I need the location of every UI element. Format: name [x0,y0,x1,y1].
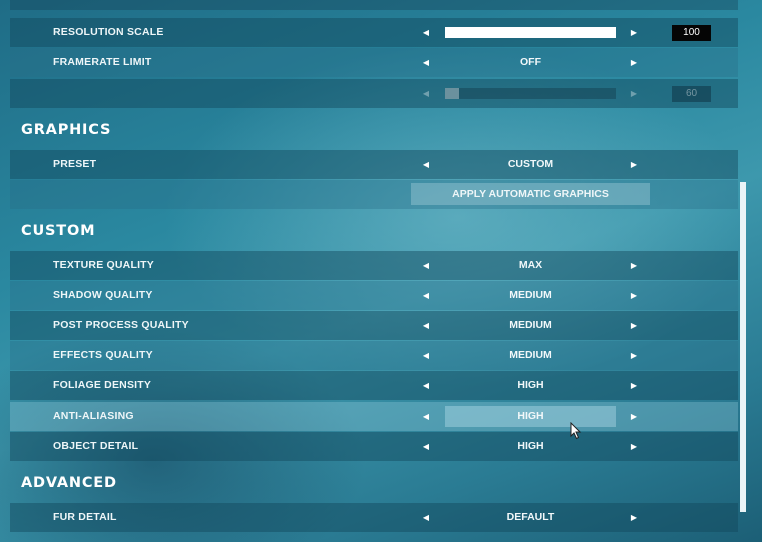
effects-quality-value: MEDIUM [509,349,552,361]
shadow-quality-label: SHADOW QUALITY [53,289,153,301]
texture-quality-value: MAX [518,259,543,271]
resolution-scale-left-arrow-icon[interactable]: ◀ [419,18,433,47]
anti-aliasing-row[interactable]: ANTI-ALIASING ◀ HIGH ▶ [10,402,738,431]
anti-aliasing-label: ANTI-ALIASING [53,410,134,422]
foliage-density-label: FOLIAGE DENSITY [53,379,152,391]
post-process-quality-value: MEDIUM [509,319,552,331]
object-detail-value: HIGH [517,440,544,452]
fur-detail-right-arrow-icon[interactable]: ▶ [627,503,641,532]
row-edge [10,0,738,10]
framerate-limit-value: OFF [520,56,541,68]
shadow-quality-row[interactable]: SHADOW QUALITY ◀ MEDIUM ▶ [10,281,738,310]
resolution-scale-right-arrow-icon[interactable]: ▶ [627,18,641,47]
resolution-scale-value[interactable]: 100 [672,25,711,41]
shadow-quality-right-arrow-icon[interactable]: ▶ [627,281,641,310]
post-process-quality-row[interactable]: POST PROCESS QUALITY ◀ MEDIUM ▶ [10,311,738,340]
apply-automatic-graphics-button[interactable]: APPLY AUTOMATIC GRAPHICS [411,183,650,205]
effects-quality-left-arrow-icon[interactable]: ◀ [419,341,433,370]
foliage-density-left-arrow-icon[interactable]: ◀ [419,371,433,400]
texture-quality-label: TEXTURE QUALITY [53,259,155,271]
framerate-cap-slider-fill [445,88,459,99]
shadow-quality-value: MEDIUM [509,289,552,301]
effects-quality-label: EFFECTS QUALITY [53,349,153,361]
framerate-cap-value: 60 [672,86,711,102]
advanced-section-title: ADVANCED [21,475,117,491]
shadow-quality-left-arrow-icon[interactable]: ◀ [419,281,433,310]
framerate-cap-slider [445,88,616,99]
foliage-density-right-arrow-icon[interactable]: ▶ [627,371,641,400]
post-process-quality-label: POST PROCESS QUALITY [53,319,189,331]
preset-row[interactable]: PRESET ◀ CUSTOM ▶ [10,150,738,179]
fur-detail-left-arrow-icon[interactable]: ◀ [419,503,433,532]
resolution-scale-slider[interactable] [445,27,616,38]
graphics-section-title: GRAPHICS [21,122,112,138]
mouse-cursor-icon [570,422,582,440]
framerate-limit-left-arrow-icon[interactable]: ◀ [419,48,433,77]
fur-detail-label: FUR DETAIL [53,511,117,523]
effects-quality-row[interactable]: EFFECTS QUALITY ◀ MEDIUM ▶ [10,341,738,370]
framerate-limit-right-arrow-icon[interactable]: ▶ [627,48,641,77]
anti-aliasing-right-arrow-icon[interactable]: ▶ [627,402,641,431]
post-process-quality-left-arrow-icon[interactable]: ◀ [419,311,433,340]
texture-quality-row[interactable]: TEXTURE QUALITY ◀ MAX ▶ [10,251,738,280]
preset-label: PRESET [53,158,97,170]
object-detail-label: OBJECT DETAIL [53,440,139,452]
fur-detail-row[interactable]: FUR DETAIL ◀ DEFAULT ▶ [10,503,738,532]
foliage-density-row[interactable]: FOLIAGE DENSITY ◀ HIGH ▶ [10,371,738,400]
fur-detail-value: DEFAULT [506,511,555,523]
scrollbar-thumb[interactable] [740,182,746,512]
anti-aliasing-value[interactable]: HIGH [445,406,616,427]
resolution-scale-row[interactable]: RESOLUTION SCALE ◀ ▶ 100 [10,18,738,47]
anti-aliasing-left-arrow-icon[interactable]: ◀ [419,402,433,431]
object-detail-left-arrow-icon[interactable]: ◀ [419,432,433,461]
texture-quality-right-arrow-icon[interactable]: ▶ [627,251,641,280]
apply-automatic-row: APPLY AUTOMATIC GRAPHICS [10,180,738,209]
effects-quality-right-arrow-icon[interactable]: ▶ [627,341,641,370]
preset-value: CUSTOM [507,158,554,170]
custom-section-title: CUSTOM [21,223,96,239]
framerate-limit-label: FRAMERATE LIMIT [53,56,152,68]
framerate-limit-row[interactable]: FRAMERATE LIMIT ◀ OFF ▶ [10,48,738,77]
framerate-cap-left-arrow-icon: ◀ [422,89,430,98]
object-detail-right-arrow-icon[interactable]: ▶ [627,432,641,461]
preset-right-arrow-icon[interactable]: ▶ [627,150,641,179]
foliage-density-value: HIGH [517,379,544,391]
object-detail-row[interactable]: OBJECT DETAIL ◀ HIGH ▶ [10,432,738,461]
framerate-cap-right-arrow-icon: ▶ [630,89,638,98]
preset-left-arrow-icon[interactable]: ◀ [419,150,433,179]
resolution-scale-label: RESOLUTION SCALE [53,26,164,38]
framerate-cap-row: ◀ ▶ 60 [10,79,738,108]
resolution-scale-slider-fill [445,27,616,38]
post-process-quality-right-arrow-icon[interactable]: ▶ [627,311,641,340]
texture-quality-left-arrow-icon[interactable]: ◀ [419,251,433,280]
